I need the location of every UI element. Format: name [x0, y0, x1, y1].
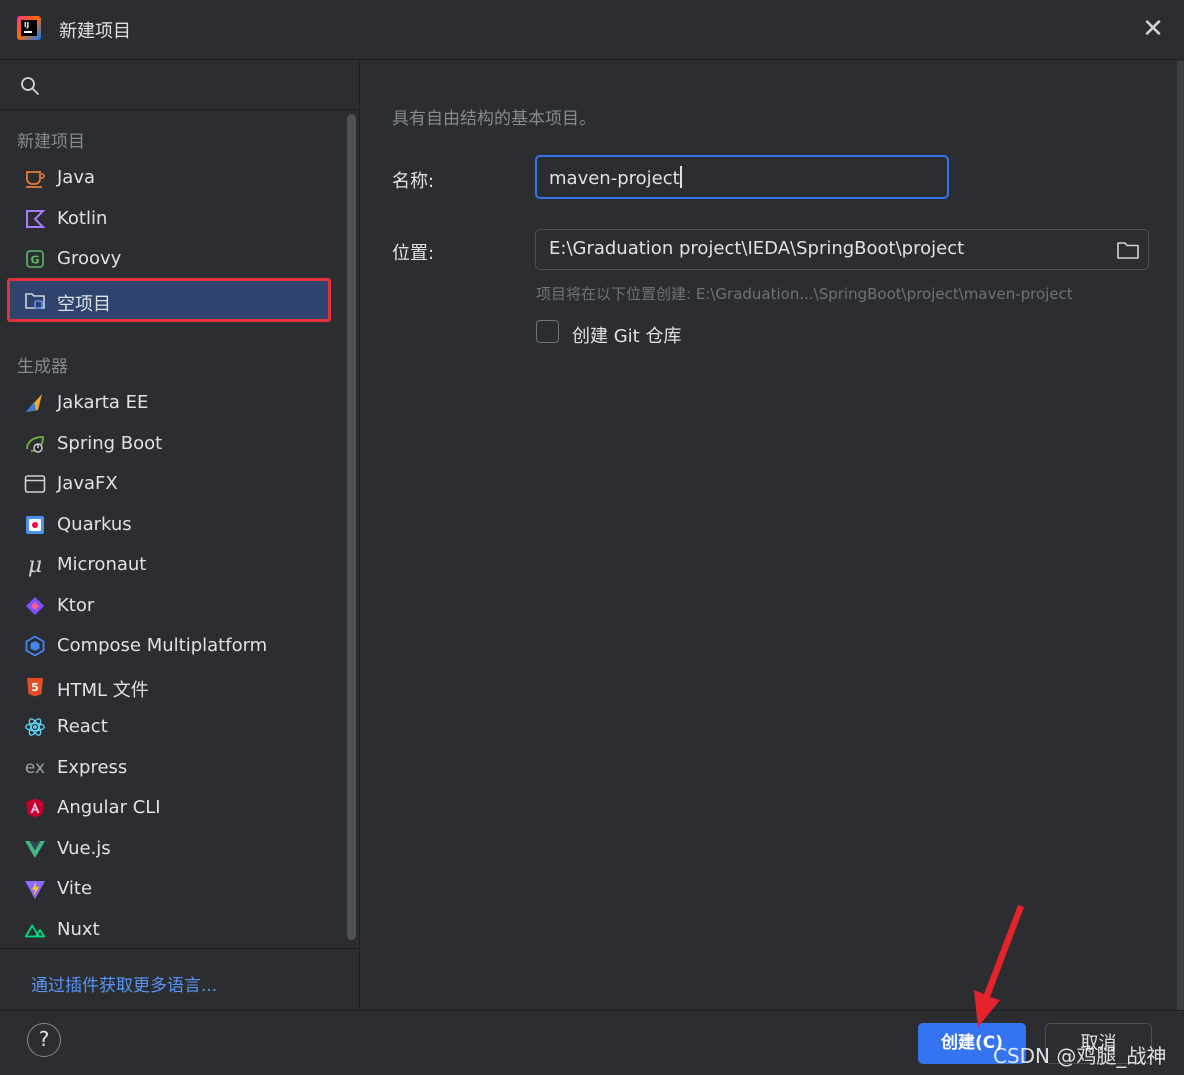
java-icon	[24, 167, 46, 189]
create-git-repo-label[interactable]: 创建 Git 仓库	[572, 322, 681, 348]
sidebar-item-nuxt[interactable]: Nuxt	[7, 911, 331, 941]
sidebar-item-vite[interactable]: Vite	[7, 870, 331, 908]
project-name-value: maven-project	[549, 168, 680, 189]
sidebar-item-label: Micronaut	[57, 554, 147, 575]
sidebar-item-express[interactable]: ex Express	[7, 749, 331, 787]
sidebar-item-quarkus[interactable]: Quarkus	[7, 506, 331, 544]
sidebar-item-ktor[interactable]: Ktor	[7, 587, 331, 625]
sidebar-item-javafx[interactable]: JavaFX	[7, 465, 331, 503]
plugin-link-area: 通过插件获取更多语言...	[0, 948, 360, 1010]
jakarta-ee-icon	[24, 392, 46, 414]
project-type-sidebar: 新建项目 Java Kotlin G Groovy 空项目 生成器 Jakart…	[0, 61, 360, 1010]
sidebar-item-label: HTML 文件	[57, 680, 149, 701]
sidebar-item-label: Vite	[57, 878, 93, 899]
scrollbar-thumb[interactable]	[347, 114, 356, 940]
sidebar-item-label: Jakarta EE	[57, 392, 149, 413]
sidebar-item-kotlin[interactable]: Kotlin	[7, 200, 331, 238]
sidebar-item-groovy[interactable]: G Groovy	[7, 240, 331, 278]
sidebar-item-vue[interactable]: Vue.js	[7, 830, 331, 868]
javafx-icon	[24, 473, 46, 495]
kotlin-icon	[24, 208, 46, 230]
sidebar-item-label: Ktor	[57, 595, 95, 616]
project-type-description: 具有自由结构的基本项目。	[392, 109, 596, 129]
location-label: 位置:	[392, 243, 435, 264]
project-location-input[interactable]: E:\Graduation project\IEDA\SpringBoot\pr…	[535, 229, 1149, 270]
sidebar-item-label: Angular CLI	[57, 797, 161, 818]
sidebar-item-label: Vue.js	[57, 838, 111, 859]
project-settings-panel: 具有自由结构的基本项目。 名称: maven-project 位置: E:\Gr…	[361, 61, 1176, 1010]
sidebar-item-label: Compose Multiplatform	[57, 635, 268, 656]
vue-icon	[24, 838, 46, 860]
ktor-icon	[24, 595, 46, 617]
sidebar-item-micronaut[interactable]: μ Micronaut	[7, 546, 331, 584]
name-label: 名称:	[392, 171, 435, 192]
spring-boot-icon	[24, 433, 46, 455]
angular-icon	[24, 797, 46, 819]
window-title: 新建项目	[59, 21, 131, 42]
help-button[interactable]: ?	[27, 1023, 61, 1057]
sidebar-item-angular-cli[interactable]: Angular CLI	[7, 789, 331, 827]
empty-project-icon	[24, 289, 46, 311]
sidebar-item-react[interactable]: React	[7, 708, 331, 746]
close-icon[interactable]: ✕	[1140, 16, 1166, 42]
svg-text:G: G	[30, 254, 39, 267]
html5-icon: 5	[24, 676, 46, 698]
sidebar-item-java[interactable]: Java	[7, 159, 331, 197]
sidebar-item-label: Groovy	[57, 248, 122, 269]
sidebar-item-label: Spring Boot	[57, 433, 163, 454]
intellij-logo-icon: IJ	[17, 16, 41, 40]
sidebar-item-label: Java	[57, 167, 96, 188]
micronaut-icon: μ	[27, 552, 43, 578]
sidebar-item-label: Quarkus	[57, 514, 132, 535]
sidebar-scrollbar[interactable]	[345, 111, 359, 941]
sidebar-item-label: Express	[57, 757, 128, 778]
compose-icon	[24, 635, 46, 657]
section-label-generators: 生成器	[17, 357, 68, 377]
project-name-input[interactable]: maven-project	[535, 155, 949, 199]
sidebar-item-html[interactable]: 5 HTML 文件	[7, 668, 331, 706]
sidebar-item-jakarta-ee[interactable]: Jakarta EE	[7, 384, 331, 422]
sidebar-item-empty-project[interactable]: 空项目	[7, 278, 331, 322]
section-label-new: 新建项目	[17, 132, 85, 152]
folder-icon[interactable]	[1116, 239, 1140, 261]
sidebar-item-label: Kotlin	[57, 208, 108, 229]
vite-icon	[24, 878, 46, 900]
sidebar-item-compose-multiplatform[interactable]: Compose Multiplatform	[7, 627, 331, 665]
nuxt-icon	[24, 919, 46, 941]
quarkus-icon	[24, 514, 46, 536]
title-bar: IJ 新建项目 ✕	[0, 0, 1184, 60]
right-panel-scrollbar[interactable]	[1177, 61, 1184, 1010]
get-more-languages-link[interactable]: 通过插件获取更多语言...	[31, 971, 217, 996]
location-hint: 项目将在以下位置创建: E:\Graduation...\SpringBoot\…	[536, 285, 1073, 303]
watermark: CSDN @鸡腿_战神	[993, 1044, 1167, 1068]
text-caret	[679, 166, 682, 188]
create-git-repo-checkbox[interactable]	[536, 320, 559, 343]
groovy-icon: G	[24, 248, 46, 270]
react-icon	[24, 716, 46, 738]
sidebar-item-spring-boot[interactable]: Spring Boot	[7, 425, 331, 463]
sidebar-search[interactable]	[0, 61, 360, 110]
sidebar-item-label: JavaFX	[57, 473, 118, 494]
project-type-list: 新建项目 Java Kotlin G Groovy 空项目 生成器 Jakart…	[0, 111, 345, 941]
sidebar-item-label: React	[57, 716, 108, 737]
project-location-value: E:\Graduation project\IEDA\SpringBoot\pr…	[549, 238, 965, 259]
sidebar-item-label: 空项目	[57, 294, 111, 315]
express-icon: ex	[24, 758, 46, 778]
svg-text:5: 5	[31, 681, 39, 694]
search-icon[interactable]	[20, 76, 40, 96]
sidebar-item-label: Nuxt	[57, 919, 100, 940]
